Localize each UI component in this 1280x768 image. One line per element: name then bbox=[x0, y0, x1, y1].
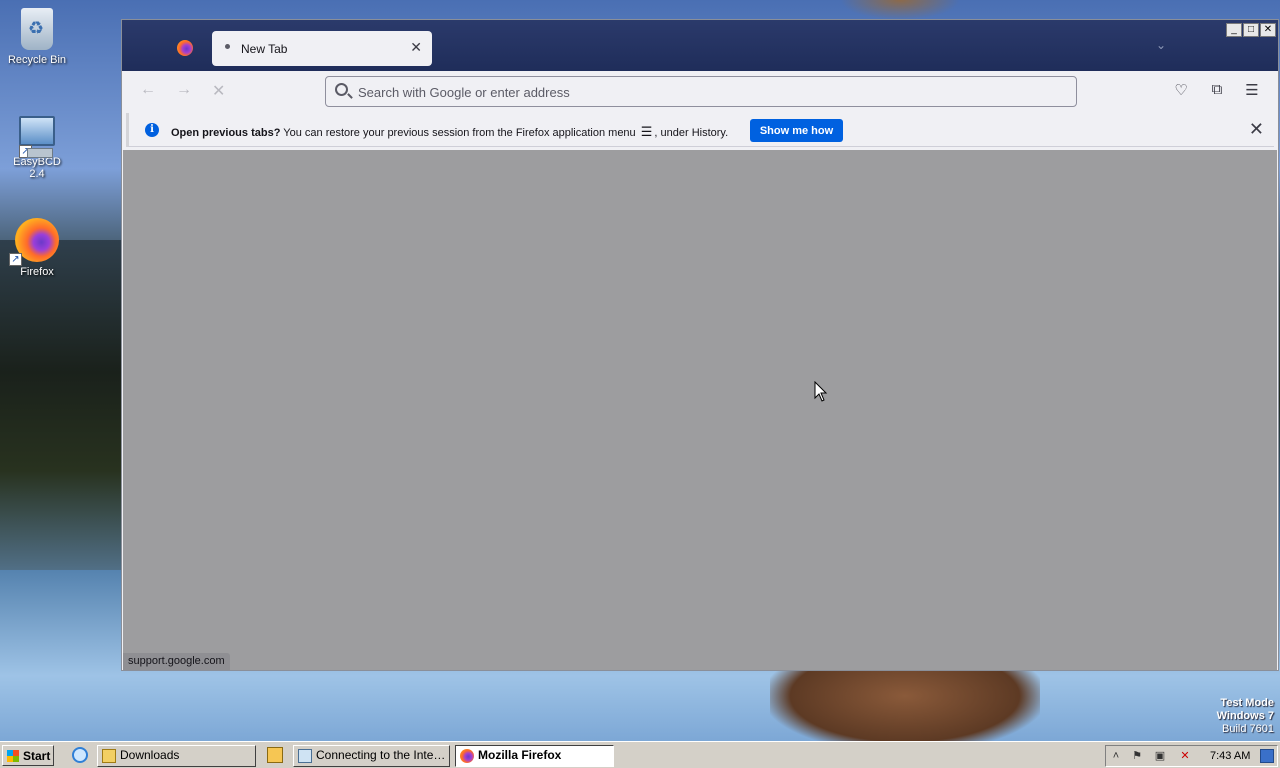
desktop-icon-easybcd[interactable]: ↗ EasyBCD 2.4 bbox=[4, 112, 70, 180]
minimize-button[interactable]: _ bbox=[1226, 23, 1242, 37]
menu-icon: ☰ bbox=[640, 124, 653, 139]
firefox-view-icon[interactable] bbox=[177, 40, 193, 56]
recycle-bin-icon bbox=[21, 8, 53, 50]
desktop-icon-firefox[interactable]: ↗ Firefox bbox=[4, 218, 70, 278]
extensions-icon[interactable]: ⧉ bbox=[1208, 81, 1226, 99]
close-window-button[interactable]: ✕ bbox=[1260, 23, 1276, 37]
search-icon bbox=[335, 83, 348, 96]
network-icon[interactable]: ▣ bbox=[1153, 749, 1167, 763]
firefox-window: New Tab ✕ ⌄ _ □ ✕ ← → ✕ ♡ ⧉ ☰ i Open pre… bbox=[121, 19, 1279, 671]
notification-text: You can restore your previous session fr… bbox=[283, 127, 636, 139]
volume-muted-icon[interactable]: ✕ bbox=[1178, 749, 1192, 763]
taskbar-button-downloads[interactable]: Downloads bbox=[97, 745, 256, 767]
forward-button[interactable]: → bbox=[176, 81, 192, 99]
taskbar-button-label: Connecting to the Intern... bbox=[316, 748, 450, 762]
status-url-overlay: support.google.com bbox=[123, 653, 230, 670]
pocket-icon[interactable]: ♡ bbox=[1172, 81, 1190, 99]
mouse-cursor-icon bbox=[814, 381, 828, 402]
info-icon: i bbox=[145, 123, 159, 137]
maximize-button[interactable]: □ bbox=[1243, 23, 1259, 37]
action-center-flag-icon[interactable]: ⚑ bbox=[1130, 749, 1144, 763]
firefox-icon: ↗ bbox=[9, 218, 59, 266]
shortcut-arrow-icon: ↗ bbox=[19, 145, 32, 158]
taskbar-button-connecting[interactable]: Connecting to the Intern... bbox=[293, 745, 450, 767]
desktop-wallpaper-detail bbox=[840, 0, 960, 20]
easybcd-icon: ↗ bbox=[19, 116, 55, 158]
start-button[interactable]: Start bbox=[2, 745, 54, 766]
system-tray: ˄ ⚑ ▣ ✕ 7:43 AM bbox=[1105, 745, 1278, 767]
page-content-area[interactable]: support.google.com bbox=[123, 150, 1277, 670]
taskbar-button-label: Downloads bbox=[120, 748, 180, 762]
desktop-icon-label: EasyBCD 2.4 bbox=[13, 156, 61, 180]
close-notification-icon[interactable]: ✕ bbox=[1249, 119, 1264, 140]
desktop-icon-label: Recycle Bin bbox=[7, 54, 67, 66]
internet-explorer-icon[interactable] bbox=[72, 747, 88, 763]
watermark-line: Build 7601 bbox=[1222, 723, 1274, 735]
tab-new-tab[interactable]: New Tab ✕ bbox=[212, 31, 432, 66]
taskbar-clock[interactable]: 7:43 AM bbox=[1210, 750, 1250, 762]
notification-bold-text: Open previous tabs? bbox=[171, 127, 281, 139]
desktop-wallpaper-mountain bbox=[0, 240, 122, 570]
taskbar-button-firefox[interactable]: Mozilla Firefox bbox=[455, 745, 614, 767]
navigation-toolbar: ← → ✕ ♡ ⧉ ☰ bbox=[122, 71, 1278, 111]
connection-wizard-icon bbox=[298, 749, 312, 763]
test-mode-watermark: Test Mode Windows 7 Build 7601 bbox=[1217, 697, 1274, 736]
notification-text-end: , under History. bbox=[654, 127, 729, 139]
tab-title: New Tab bbox=[241, 42, 288, 56]
app-menu-icon[interactable]: ☰ bbox=[1243, 81, 1261, 99]
shortcut-arrow-icon: ↗ bbox=[9, 253, 22, 266]
taskbar-button-label: Mozilla Firefox bbox=[478, 748, 562, 762]
watermark-line: Windows 7 bbox=[1216, 710, 1274, 722]
window-controls: _ □ ✕ bbox=[1226, 23, 1276, 37]
show-hidden-icons-icon[interactable]: ˄ bbox=[1109, 749, 1123, 763]
tab-loading-icon bbox=[225, 44, 230, 49]
media-player-icon[interactable] bbox=[267, 747, 283, 763]
window-titlebar[interactable]: New Tab ✕ ⌄ _ □ ✕ bbox=[122, 20, 1278, 71]
url-bar[interactable] bbox=[325, 76, 1077, 107]
folder-icon bbox=[102, 749, 116, 763]
desktop-icon-recycle-bin[interactable]: Recycle Bin bbox=[4, 8, 70, 66]
tab-list-chevron-icon[interactable]: ⌄ bbox=[1156, 38, 1166, 52]
watermark-line: Test Mode bbox=[1220, 697, 1274, 709]
desktop-icon-label: Firefox bbox=[20, 266, 54, 278]
restore-session-notification: i Open previous tabs? You can restore yo… bbox=[126, 113, 1274, 147]
notification-message: Open previous tabs? You can restore your… bbox=[171, 124, 728, 140]
tab-close-icon[interactable]: ✕ bbox=[410, 39, 422, 56]
desktop-wallpaper-rock bbox=[770, 660, 1040, 750]
show-desktop-icon[interactable] bbox=[1260, 749, 1274, 763]
show-me-how-button[interactable]: Show me how bbox=[750, 119, 843, 142]
stop-button[interactable]: ✕ bbox=[212, 81, 225, 101]
url-input[interactable] bbox=[358, 81, 1058, 103]
back-button[interactable]: ← bbox=[140, 81, 156, 99]
firefox-icon bbox=[460, 749, 474, 763]
taskbar: Start Downloads Connecting to the Intern… bbox=[0, 741, 1280, 768]
